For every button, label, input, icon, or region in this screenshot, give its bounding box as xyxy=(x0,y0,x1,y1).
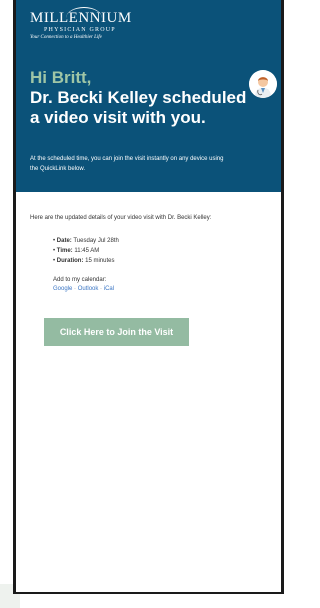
doctor-avatar-icon xyxy=(249,70,277,98)
join-visit-button[interactable]: Click Here to Join the Visit xyxy=(44,318,189,346)
intro-text: At the scheduled time, you can join the … xyxy=(30,156,224,172)
millennium-logo: MILLENNIUM PHYSICIAN GROUP Your Connecti… xyxy=(30,7,140,46)
logo-subtitle: PHYSICIAN GROUP xyxy=(44,27,116,33)
detail-date: • Date: Tuesday Jul 28th xyxy=(53,238,119,244)
calendar-label: Add to my calendar: xyxy=(53,277,107,283)
detail-time: • Time: 11:45 AM xyxy=(53,248,100,254)
calendar-links: Google · Outlook · iCal xyxy=(53,285,114,294)
email-header: MILLENNIUM PHYSICIAN GROUP Your Connecti… xyxy=(16,0,281,192)
headline: Dr. Becki Kelley scheduled a video visit… xyxy=(30,88,247,127)
greeting: Hi Britt, xyxy=(30,68,92,87)
email-frame: MILLENNIUM PHYSICIAN GROUP Your Connecti… xyxy=(13,0,284,594)
logo-arc-icon xyxy=(66,7,102,18)
calendar-link-ical[interactable]: iCal xyxy=(104,286,114,292)
calendar-link-outlook[interactable]: Outlook xyxy=(78,286,99,292)
visit-details-list: • Date: Tuesday Jul 28th • Time: 11:45 A… xyxy=(53,236,119,266)
calendar-link-google[interactable]: Google xyxy=(53,286,72,292)
detail-duration: • Duration: 15 minutes xyxy=(53,258,115,264)
updated-details-text: Here are the updated details of your vid… xyxy=(30,215,212,221)
logo-tagline: Your Connection to a Healthier Life xyxy=(30,35,102,40)
